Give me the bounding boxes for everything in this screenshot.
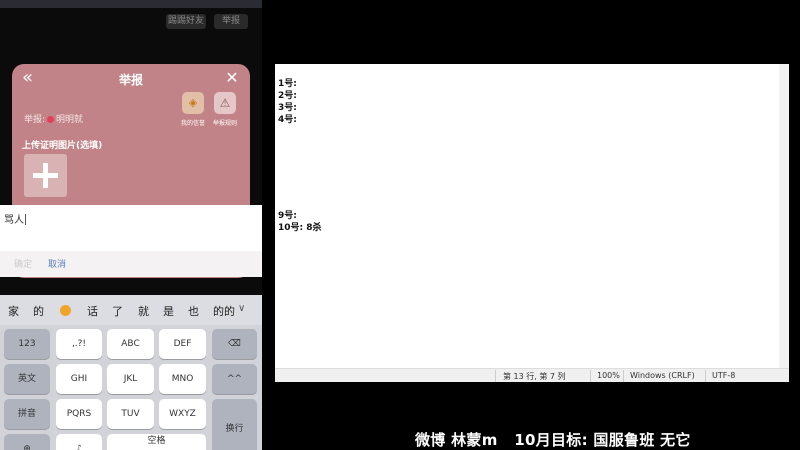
zoom-level: 100% — [597, 371, 620, 380]
player-avatar-icon — [47, 116, 55, 123]
my-reputation-button[interactable]: ◈ 我的信誉 — [178, 92, 208, 127]
notepad-window: 1号: 2号: 3号: 4号: 9号: 10号: 8杀 第 13 行, 第 7 … — [275, 64, 789, 382]
text-line — [278, 162, 322, 174]
text-line: 2号: — [278, 91, 297, 101]
upload-image-button[interactable] — [24, 154, 67, 197]
close-icon[interactable]: ✕ — [224, 70, 240, 86]
key-punctuation[interactable]: ,.?! — [56, 329, 102, 359]
text-line: 3号: — [278, 103, 297, 113]
key-wxyz[interactable]: WXYZ — [159, 399, 206, 429]
key-123[interactable]: 123 — [4, 329, 50, 359]
key-enter[interactable]: 换行 — [212, 399, 257, 450]
key-abc[interactable]: ABC — [107, 329, 154, 359]
phone-screen-capture: 踢踢好友 举报 « 举报 ✕ 举报: 明明就 ◈ 我的信誉 ⚠ 举报规则 上传证明… — [0, 0, 262, 450]
status-separator — [705, 370, 706, 382]
kick-friend-button[interactable]: 踢踢好友 — [166, 14, 206, 29]
notepad-editor[interactable]: 1号: 2号: 3号: 4号: 9号: 10号: 8杀 — [278, 78, 322, 234]
key-pinyin[interactable]: 拼音 — [4, 399, 50, 429]
candidate-word[interactable]: 了 — [112, 303, 123, 319]
text-line — [278, 126, 322, 138]
text-line — [278, 198, 322, 210]
report-target-name: 明明就 — [56, 115, 84, 125]
report-rules-label: 举报规则 — [212, 120, 237, 127]
chevron-down-icon[interactable]: ∨ — [238, 303, 245, 314]
report-target: 举报: 明明就 — [24, 112, 83, 125]
cursor-position: 第 13 行, 第 7 列 — [503, 372, 566, 381]
line-ending: Windows (CRLF) — [630, 371, 695, 380]
status-separator — [623, 370, 624, 382]
text-line — [278, 186, 322, 198]
my-reputation-label: 我的信誉 — [180, 120, 205, 127]
key-space[interactable]: 空格 — [107, 434, 206, 450]
candidate-word[interactable]: 是 — [163, 303, 174, 319]
cancel-button[interactable]: 取消 — [48, 257, 66, 270]
text-caret — [25, 214, 26, 225]
text-line: 1号: — [278, 79, 297, 89]
report-rules-button[interactable]: ⚠ 举报规则 — [210, 92, 240, 127]
status-bar: 第 13 行, 第 7 列 100% Windows (CRLF) UTF-8 — [275, 368, 789, 382]
text-line: 9号: — [278, 211, 297, 221]
plus-icon-vertical — [43, 163, 48, 188]
text-line — [278, 138, 322, 150]
input-action-bar: 确定 取消 — [0, 251, 262, 277]
candidate-word[interactable]: 家 — [8, 303, 19, 319]
warning-triangle-icon: ⚠ — [214, 92, 236, 114]
report-reason-value: 骂人 — [4, 211, 26, 226]
globe-icon[interactable]: ⊕ — [4, 434, 50, 450]
text-line: 10号: 8杀 — [278, 223, 322, 233]
report-top-button[interactable]: 举报 — [214, 14, 248, 29]
text-line — [278, 150, 322, 162]
candidate-word[interactable]: 也 — [188, 303, 199, 319]
report-reason-input[interactable]: 骂人 — [0, 205, 262, 251]
phone-top-bar — [0, 0, 262, 8]
candidate-word[interactable]: 话 — [87, 303, 98, 319]
candidate-word[interactable]: 就 — [138, 303, 149, 319]
candidate-word[interactable]: 的 — [33, 303, 44, 319]
emoji-candidate-icon[interactable] — [60, 305, 71, 316]
ime-keyboard: 家 的 话 了 就 是 也 的的 ∨ 123 ,.?! ABC DEF ⌫ 英文… — [0, 295, 262, 450]
key-emoticon[interactable]: ^^ — [212, 364, 257, 394]
key-pqrs[interactable]: PQRS — [56, 399, 102, 429]
status-separator — [495, 370, 496, 382]
stream-caption: 微博 林蒙m 10月目标: 国服鲁班 无它 — [415, 431, 691, 449]
key-mno[interactable]: MNO — [159, 364, 206, 394]
key-ghi[interactable]: GHI — [56, 364, 102, 394]
confirm-button-disabled[interactable]: 确定 — [14, 257, 32, 270]
key-def[interactable]: DEF — [159, 329, 206, 359]
report-target-label: 举报: — [24, 115, 46, 125]
encoding: UTF-8 — [712, 371, 736, 380]
upload-label: 上传证明图片(选填) — [22, 141, 103, 151]
key-tuv[interactable]: TUV — [107, 399, 154, 429]
microphone-icon[interactable]: ♪ — [56, 434, 102, 450]
vertical-scrollbar[interactable] — [779, 64, 789, 368]
status-separator — [590, 370, 591, 382]
backspace-icon[interactable]: ⌫ — [212, 329, 257, 359]
dialog-title: 举报 — [118, 73, 143, 87]
text-line — [278, 174, 322, 186]
report-reason-text: 骂人 — [4, 215, 24, 226]
candidate-word[interactable]: 的的 — [213, 303, 235, 319]
shield-badge-icon: ◈ — [182, 92, 204, 114]
key-english[interactable]: 英文 — [4, 364, 50, 394]
text-line: 4号: — [278, 115, 297, 125]
candidate-bar: 家 的 话 了 就 是 也 的的 ∨ — [0, 295, 262, 325]
key-jkl[interactable]: JKL — [107, 364, 154, 394]
